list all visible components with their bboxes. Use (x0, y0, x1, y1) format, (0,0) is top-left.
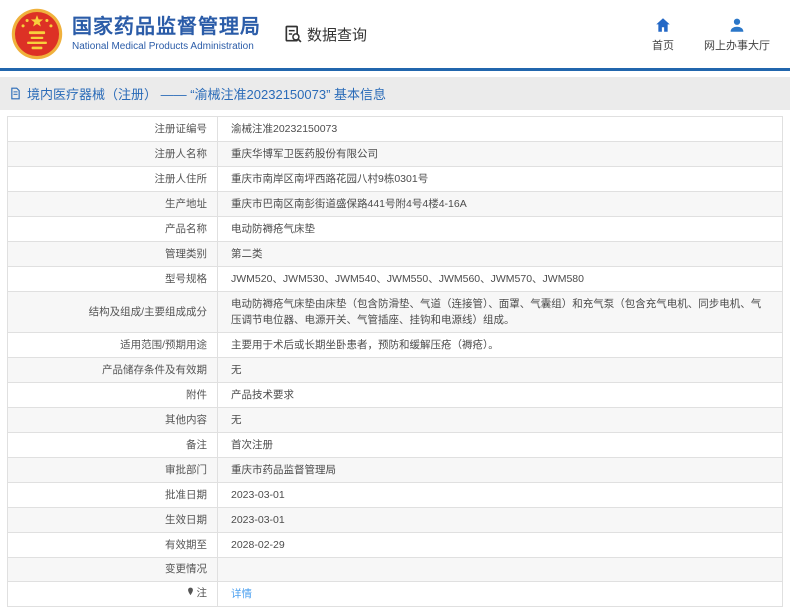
row-value (217, 557, 783, 582)
row-value: 无 (217, 407, 783, 433)
table-row: 附件 产品技术要求 (7, 382, 783, 408)
table-row: 变更情况 (7, 557, 783, 582)
row-label: 审批部门 (7, 457, 218, 483)
table-row: 结构及组成/主要组成成分 电动防褥疮气床垫由床垫（包含防滑垫、气道（连接管）、面罩… (7, 291, 783, 333)
document-icon (11, 87, 20, 100)
row-label: 批准日期 (7, 482, 218, 508)
nav-item-home[interactable]: 首页 (652, 16, 674, 53)
row-value: 2028-02-29 (217, 532, 783, 558)
row-label: 适用范围/预期用途 (7, 332, 218, 358)
row-value: 渝械注准20232150073 (217, 116, 783, 142)
data-query-section: 数据查询 (283, 24, 367, 45)
table-row: 适用范围/预期用途 主要用于术后或长期坐卧患者，预防和缓解压疮（褥疮）。 (7, 332, 783, 358)
table-row: 批准日期 2023-03-01 (7, 482, 783, 508)
nav-item-home-label: 首页 (652, 39, 674, 52)
top-nav: 首页 网上办事大厅 (652, 16, 770, 53)
row-label: 有效期至 (7, 532, 218, 558)
row-value: 电动防褥疮气床垫 (217, 216, 783, 242)
row-label: 管理类别 (7, 241, 218, 267)
nav-item-online-hall-label: 网上办事大厅 (704, 39, 770, 52)
table-row: 产品名称 电动防褥疮气床垫 (7, 216, 783, 242)
row-label: 注 (7, 581, 218, 607)
table-row: 注册人名称 重庆华博军卫医药股份有限公司 (7, 141, 783, 167)
row-value: 2023-03-01 (217, 507, 783, 533)
pin-icon (186, 586, 195, 602)
row-label: 注册证编号 (7, 116, 218, 142)
row-value: 详情 (217, 581, 783, 607)
org-titles: 国家药品监督管理局 National Medical Products Admi… (72, 16, 261, 53)
info-table-body: 注册证编号 渝械注准20232150073 注册人名称 重庆华博军卫医药股份有限公司注… (7, 116, 783, 607)
row-value: 重庆华博军卫医药股份有限公司 (217, 141, 783, 167)
table-row: 审批部门 重庆市药品监督管理局 (7, 457, 783, 483)
breadcrumb-bar: 境内医疗器械（注册） —— “渝械注准20232150073” 基本信息 (0, 77, 790, 110)
data-query-icon (285, 25, 302, 43)
site-header: 国家药品监督管理局 National Medical Products Admi… (0, 0, 790, 71)
table-row: 有效期至 2028-02-29 (7, 532, 783, 558)
row-value: JWM520、JWM530、JWM540、JWM550、JWM560、JWM57… (217, 266, 783, 292)
row-label: 附件 (7, 382, 218, 408)
row-label: 其他内容 (7, 407, 218, 433)
national-emblem-logo (11, 8, 63, 60)
row-label: 产品名称 (7, 216, 218, 242)
home-icon (656, 17, 670, 32)
row-label: 产品储存条件及有效期 (7, 357, 218, 383)
table-row: 管理类别 第二类 (7, 241, 783, 267)
user-icon (730, 18, 744, 32)
row-label: 型号规格 (7, 266, 218, 292)
page-title: 境内医疗器械（注册） —— “渝械注准20232150073” 基本信息 (27, 87, 387, 102)
row-label: 备注 (7, 432, 218, 458)
row-label: 生效日期 (7, 507, 218, 533)
table-row: 备注 首次注册 (7, 432, 783, 458)
row-value: 重庆市巴南区南彭街道盛保路441号附4号4楼4-16A (217, 191, 783, 217)
row-value: 产品技术要求 (217, 382, 783, 408)
row-value: 重庆市南岸区南坪西路花园八村9栋0301号 (217, 166, 783, 192)
detail-link[interactable]: 详情 (231, 588, 252, 600)
row-value: 首次注册 (217, 432, 783, 458)
registration-info-table: 注册证编号 渝械注准20232150073 注册人名称 重庆华博军卫医药股份有限公司注… (7, 116, 783, 607)
row-value: 重庆市药品监督管理局 (217, 457, 783, 483)
row-value: 电动防褥疮气床垫由床垫（包含防滑垫、气道（连接管）、面罩、气囊组）和充气泵（包含… (217, 291, 783, 333)
row-value: 2023-03-01 (217, 482, 783, 508)
row-label: 生产地址 (7, 191, 218, 217)
table-row: 生效日期 2023-03-01 (7, 507, 783, 533)
org-name-cn: 国家药品监督管理局 (72, 15, 261, 38)
logo-block: 国家药品监督管理局 National Medical Products Admi… (10, 7, 261, 61)
row-label: 注册人名称 (7, 141, 218, 167)
table-row: 注 详情 (7, 581, 783, 607)
row-value: 主要用于术后或长期坐卧患者，预防和缓解压疮（褥疮）。 (217, 332, 783, 358)
row-label: 结构及组成/主要组成成分 (7, 291, 218, 333)
table-row: 其他内容无 (7, 407, 783, 433)
table-row: 型号规格 JWM520、JWM530、JWM540、JWM550、JWM560、J… (7, 266, 783, 292)
table-row: 生产地址 重庆市巴南区南彭街道盛保路441号附4号4楼4-16A (7, 191, 783, 217)
data-query-label: 数据查询 (307, 26, 368, 44)
row-value: 第二类 (217, 241, 783, 267)
row-label: 变更情况 (7, 557, 218, 582)
row-value: 无 (217, 357, 783, 383)
org-name-en: National Medical Products Administration (72, 40, 254, 52)
table-row: 注册人住所 重庆市南岸区南坪西路花园八村9栋0301号 (7, 166, 783, 192)
table-row: 注册证编号 渝械注准20232150073 (7, 116, 783, 142)
row-label: 注册人住所 (7, 166, 218, 192)
nav-item-online-hall[interactable]: 网上办事大厅 (704, 16, 770, 53)
table-row: 产品储存条件及有效期无 (7, 357, 783, 383)
